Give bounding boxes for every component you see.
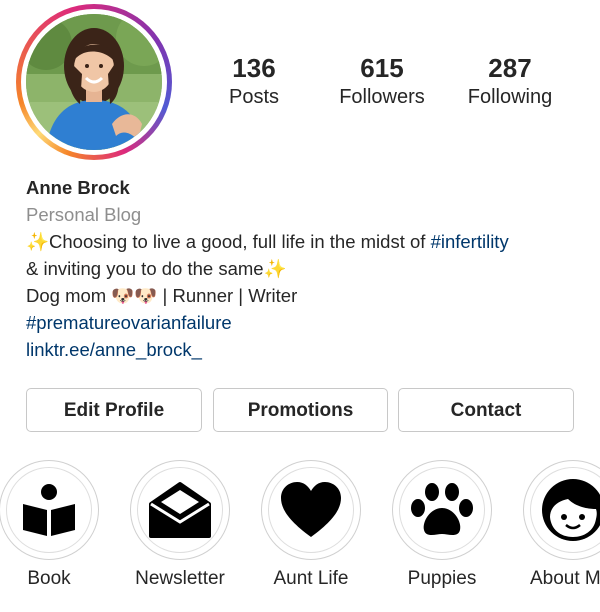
bio-line-1-text: ✨Choosing to live a good, full life in t… <box>26 231 431 252</box>
following-count: 287 <box>488 53 532 83</box>
profile-bio: Anne Brock Personal Blog ✨Choosing to li… <box>26 174 596 363</box>
highlight-ring <box>392 460 492 560</box>
highlight-puppies[interactable]: Puppies <box>377 460 507 591</box>
highlight-cover <box>399 467 485 553</box>
avatar-frame <box>21 9 167 155</box>
edit-profile-button[interactable]: Edit Profile <box>26 388 202 432</box>
highlight-aunt-life[interactable]: Aunt Life <box>246 460 376 591</box>
story-highlights: Book Newsletter Aunt Life Puppies About … <box>0 460 600 612</box>
avatar[interactable] <box>26 14 162 150</box>
envelope-icon <box>149 482 211 538</box>
profile-category: Personal Blog <box>26 204 142 225</box>
followers-label: Followers <box>339 86 425 108</box>
profile-action-buttons: Edit Profile Promotions Contact <box>26 388 574 434</box>
highlight-label: About M <box>530 568 600 589</box>
highlight-ring <box>261 460 361 560</box>
highlight-ring <box>130 460 230 560</box>
heart-icon <box>281 482 341 537</box>
hashtag-prematureovarianfailure[interactable]: #prematureovarianfailure <box>26 309 596 336</box>
profile-name: Anne Brock <box>26 177 130 198</box>
highlight-label: Newsletter <box>135 568 225 589</box>
highlight-cover <box>137 467 223 553</box>
followers-stat[interactable]: 615 Followers <box>310 54 454 112</box>
highlight-newsletter[interactable]: Newsletter <box>115 460 245 591</box>
bio-line-3: Dog mom 🐶🐶 | Runner | Writer <box>26 285 298 306</box>
posts-count: 136 <box>232 53 276 83</box>
bio-website-link[interactable]: linktr.ee/anne_brock_ <box>26 336 596 363</box>
following-label: Following <box>467 86 553 108</box>
highlight-cover <box>6 467 92 553</box>
highlight-label: Aunt Life <box>273 568 349 589</box>
promotions-button[interactable]: Promotions <box>213 388 388 432</box>
highlight-label: Puppies <box>407 568 477 589</box>
hashtag-infertility[interactable]: #infertility <box>431 231 509 252</box>
highlight-ring <box>0 460 99 560</box>
highlight-about-me[interactable]: About M <box>508 460 600 591</box>
face-icon <box>542 479 600 541</box>
highlight-cover <box>268 467 354 553</box>
contact-button[interactable]: Contact <box>398 388 574 432</box>
highlight-ring <box>523 460 600 560</box>
bio-line-2: & inviting you to do the same✨ <box>26 258 287 279</box>
highlight-cover <box>530 467 600 553</box>
posts-stat[interactable]: 136 Posts <box>198 54 310 112</box>
highlight-book[interactable]: Book <box>0 460 114 591</box>
highlight-label: Book <box>27 568 71 589</box>
story-ring[interactable] <box>16 4 172 160</box>
posts-label: Posts <box>228 86 280 108</box>
paw-icon <box>411 483 473 535</box>
following-stat[interactable]: 287 Following <box>454 54 566 112</box>
followers-count: 615 <box>360 53 404 83</box>
book-reader-icon <box>23 484 75 536</box>
bio-line-1: ✨Choosing to live a good, full life in t… <box>26 228 596 255</box>
profile-photo <box>26 14 162 150</box>
profile-stats: 136 Posts 615 Followers 287 Following <box>198 54 588 112</box>
